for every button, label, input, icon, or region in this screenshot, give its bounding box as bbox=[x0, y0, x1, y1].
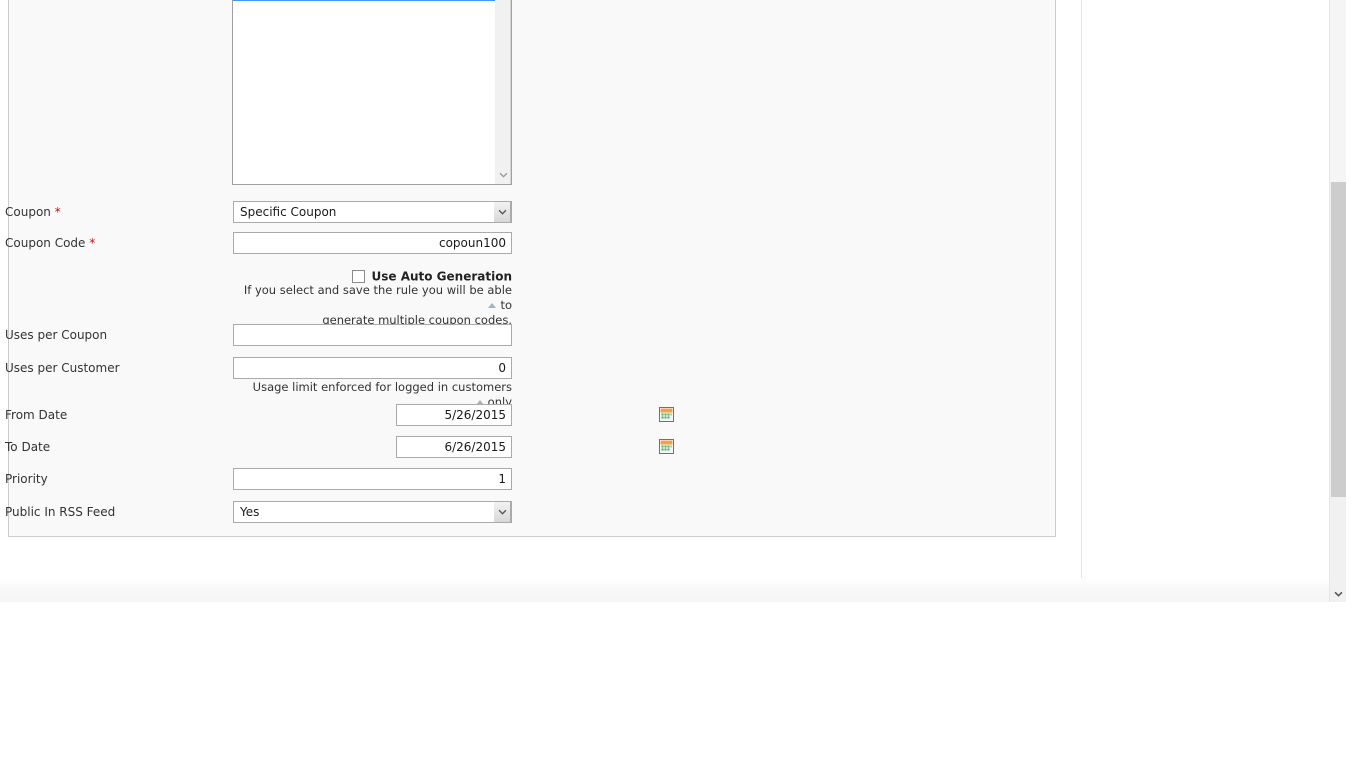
public-in-rss-feed-select[interactable]: Yes bbox=[233, 501, 512, 523]
chevron-down-glyph bbox=[498, 209, 506, 215]
scrollbar-thumb[interactable] bbox=[1331, 182, 1346, 497]
scrollbar-track-upper[interactable] bbox=[1330, 0, 1347, 182]
chevron-down-icon bbox=[1334, 591, 1343, 597]
field-label-coupon: * Coupon bbox=[5, 205, 61, 219]
priority-wrapper bbox=[233, 468, 512, 490]
field-label-public-in-rss-feed: Public In RSS Feed bbox=[5, 505, 116, 519]
coupon-select-wrapper: Specific Coupon bbox=[233, 201, 512, 223]
public-in-rss-feed-wrapper: Yes bbox=[233, 501, 512, 523]
page-content-area: Wholesale Retailer * Coupon Specific Cou… bbox=[0, 0, 1329, 602]
chevron-down-glyph bbox=[498, 509, 506, 515]
field-label-coupon-code: * Coupon Code bbox=[5, 236, 96, 250]
field-label-to-date: To Date bbox=[5, 440, 51, 454]
coupon-code-input[interactable] bbox=[233, 232, 512, 254]
page-container-divider bbox=[1081, 0, 1082, 578]
coupon-select-value: Specific Coupon bbox=[240, 205, 337, 219]
required-asterisk: * bbox=[89, 236, 96, 250]
field-label-uses-per-customer: Uses per Customer bbox=[5, 361, 120, 375]
list-item[interactable]: Retailer bbox=[233, 0, 495, 2]
field-label-uses-per-coupon: Uses per Coupon bbox=[5, 328, 108, 342]
coupon-select[interactable]: Specific Coupon bbox=[233, 201, 512, 223]
from-date-input[interactable] bbox=[396, 404, 512, 426]
triangle-up-icon bbox=[488, 303, 497, 308]
multiselect-option-list[interactable]: Wholesale Retailer bbox=[233, 0, 495, 184]
customer-groups-multiselect[interactable]: Wholesale Retailer bbox=[232, 0, 512, 185]
public-in-rss-feed-value: Yes bbox=[240, 505, 260, 519]
chevron-down-icon[interactable] bbox=[494, 202, 511, 222]
priority-input[interactable] bbox=[233, 468, 512, 490]
calendar-icon[interactable] bbox=[659, 439, 674, 454]
field-label-use-auto-generation: Use Auto Generation bbox=[371, 269, 512, 284]
chevron-down-glyph bbox=[499, 172, 507, 178]
use-auto-generation-checkbox[interactable] bbox=[352, 270, 366, 283]
to-date-wrapper bbox=[396, 436, 512, 458]
uses-per-coupon-input[interactable] bbox=[233, 324, 512, 346]
note-line-1: If you select and save the rule you will… bbox=[243, 283, 512, 312]
uses-per-customer-wrapper bbox=[233, 357, 512, 379]
chevron-down-icon[interactable] bbox=[494, 502, 511, 522]
below-viewport-area bbox=[0, 602, 1366, 768]
multiselect-scrollbar[interactable] bbox=[495, 0, 511, 184]
uses-per-coupon-wrapper bbox=[233, 324, 512, 346]
coupon-code-wrapper bbox=[233, 232, 512, 254]
calendar-icon[interactable] bbox=[659, 407, 674, 422]
browser-vertical-scrollbar[interactable] bbox=[1329, 0, 1347, 602]
scrollbar-down-button[interactable] bbox=[1330, 585, 1347, 602]
use-auto-generation-note: If you select and save the rule you will… bbox=[233, 283, 512, 328]
viewport-right-margin bbox=[1346, 0, 1366, 602]
field-label-priority: Priority bbox=[5, 472, 48, 486]
to-date-input[interactable] bbox=[396, 436, 512, 458]
chevron-down-icon[interactable] bbox=[495, 168, 511, 182]
field-label-from-date: From Date bbox=[5, 408, 68, 422]
uses-per-customer-input[interactable] bbox=[233, 357, 512, 379]
browser-viewport: Wholesale Retailer * Coupon Specific Cou… bbox=[0, 0, 1366, 602]
promo-rule-fieldset: Wholesale Retailer * Coupon Specific Cou… bbox=[5, 0, 1056, 537]
page-bottom-gradient bbox=[0, 578, 1329, 602]
from-date-wrapper bbox=[396, 404, 512, 426]
required-asterisk: * bbox=[54, 205, 61, 219]
